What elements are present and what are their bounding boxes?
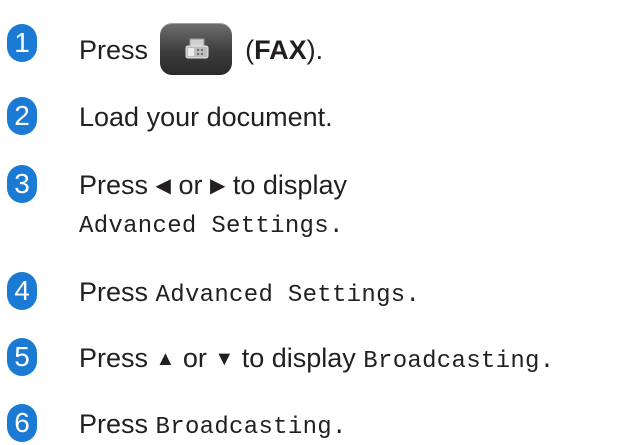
step-text-line-2: Advanced Settings. (79, 206, 344, 244)
close-paren: ). (306, 35, 324, 66)
step-text: Press (FAX). (79, 23, 324, 78)
step-number: 6 (7, 404, 37, 442)
step-number: 3 (7, 165, 37, 203)
right-arrow-icon: ▶ (209, 175, 226, 197)
step-text: Press Advanced Settings. (79, 275, 420, 313)
step-text: Press ▲ or ▼ to display Broadcasting. (79, 341, 554, 379)
step-number: 1 (7, 24, 37, 62)
fax-icon (185, 38, 209, 59)
period: . (328, 213, 344, 240)
fax-label: FAX (254, 35, 307, 66)
up-arrow-icon: ▲ (155, 348, 176, 370)
left-arrow-icon: ◀ (155, 175, 171, 197)
down-arrow-icon: ▼ (214, 348, 235, 370)
to-display-label: to display (232, 170, 347, 200)
setting-name: Advanced Settings (79, 213, 329, 240)
step-text: Press Broadcasting. (79, 407, 347, 445)
period: . (405, 282, 421, 309)
step-text: Load your document. (79, 102, 333, 132)
press-label: Press (79, 277, 149, 307)
step-text: Press ◀ or ▶ to display (79, 168, 347, 205)
setting-name: Broadcasting (363, 348, 540, 375)
press-label: Press (79, 170, 149, 200)
press-label: Press (79, 409, 149, 439)
step-number: 2 (7, 97, 37, 135)
or-label: or (182, 343, 207, 373)
press-label: Press (79, 35, 149, 66)
press-label: Press (79, 343, 149, 373)
setting-name: Advanced Settings (155, 282, 406, 309)
period: . (539, 348, 555, 375)
or-label: or (178, 170, 203, 200)
open-paren: ( (245, 35, 255, 66)
fax-button[interactable] (159, 23, 232, 75)
setting-name: Broadcasting (155, 414, 332, 441)
to-display-label: to display (241, 343, 356, 373)
step-number: 4 (7, 272, 37, 310)
period: . (331, 414, 347, 441)
step-number: 5 (7, 338, 37, 376)
